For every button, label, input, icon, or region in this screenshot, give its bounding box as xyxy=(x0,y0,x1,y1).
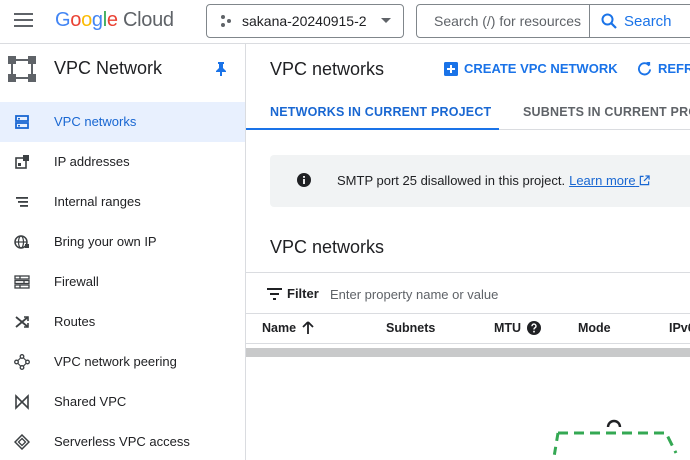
sidebar-item-serverless-vpc-access[interactable]: Serverless VPC access xyxy=(0,422,245,460)
filter-label: Filter xyxy=(287,286,319,301)
search-icon xyxy=(601,13,617,29)
vpc-networks-icon xyxy=(15,115,29,129)
column-header-mtu[interactable]: MTU xyxy=(494,321,542,335)
filter-icon xyxy=(267,288,282,300)
sidebar-item-label: Shared VPC xyxy=(54,394,127,409)
search-input[interactable] xyxy=(418,6,586,36)
sidebar-item-ip-addresses[interactable]: IP addresses xyxy=(0,142,245,182)
refresh-button[interactable]: REFRESH xyxy=(637,61,690,76)
sidebar: VPC Network VPC networks IP addresses In… xyxy=(0,44,246,460)
filter-input[interactable] xyxy=(326,282,566,306)
sidebar-item-internal-ranges[interactable]: Internal ranges xyxy=(0,182,245,222)
chevron-down-icon xyxy=(381,18,391,23)
internal-ranges-icon xyxy=(16,197,28,207)
tab-bar: NETWORKS IN CURRENT PROJECT SUBNETS IN C… xyxy=(246,94,690,130)
ip-addresses-icon xyxy=(15,155,29,169)
pin-icon[interactable] xyxy=(215,62,227,76)
tab-networks-in-current-project[interactable]: NETWORKS IN CURRENT PROJECT xyxy=(270,105,491,119)
shared-vpc-icon xyxy=(15,394,29,410)
help-icon[interactable] xyxy=(527,321,542,335)
project-picker[interactable]: sakana-20240915-2 xyxy=(206,4,404,38)
info-icon xyxy=(297,173,311,187)
open-in-new-icon xyxy=(639,175,650,186)
menu-icon[interactable] xyxy=(14,13,34,29)
sidebar-item-label: VPC networks xyxy=(54,114,137,129)
sidebar-header: VPC Network xyxy=(0,44,246,94)
serverless-icon xyxy=(14,434,30,450)
refresh-button-label: REFRESH xyxy=(658,61,690,76)
sidebar-item-vpc-network-peering[interactable]: VPC network peering xyxy=(0,342,245,382)
column-header-subnets[interactable]: Subnets xyxy=(386,321,435,335)
column-header-ipv6[interactable]: IPv6 xyxy=(669,321,690,335)
column-header-mode[interactable]: Mode xyxy=(578,321,611,335)
add-box-icon xyxy=(444,61,458,76)
routes-icon xyxy=(15,316,29,328)
section-title: VPC networks xyxy=(270,237,385,257)
sidebar-item-bring-your-own-ip[interactable]: Bring your own IP xyxy=(0,222,245,262)
vpc-network-logo-icon xyxy=(8,56,36,82)
refresh-icon xyxy=(638,61,652,76)
search-box: Search xyxy=(416,4,690,38)
sidebar-item-firewall[interactable]: Firewall xyxy=(0,262,245,302)
sidebar-item-label: Routes xyxy=(54,314,96,329)
firewall-icon xyxy=(14,275,30,289)
search-button[interactable]: Search xyxy=(589,5,690,37)
sidebar-item-label: IP addresses xyxy=(54,154,130,169)
search-button-label: Search xyxy=(624,12,672,30)
loading-spinner-icon xyxy=(552,419,678,458)
table-header: Name Subnets MTU Mode IPv6 xyxy=(246,314,690,344)
page-title: VPC networks xyxy=(270,59,385,79)
sidebar-nav: VPC networks IP addresses Internal range… xyxy=(0,102,245,460)
active-tab-indicator xyxy=(246,128,499,130)
sidebar-item-shared-vpc[interactable]: Shared VPC xyxy=(0,382,245,422)
sidebar-item-label: Firewall xyxy=(54,274,99,289)
learn-more-link[interactable]: Learn more xyxy=(569,173,650,188)
sidebar-item-label: Bring your own IP xyxy=(54,234,157,249)
sidebar-item-label: VPC network peering xyxy=(54,354,177,369)
sidebar-title: VPC Network xyxy=(54,58,163,78)
sidebar-item-label: Serverless VPC access xyxy=(54,434,190,449)
filter-bar: Filter xyxy=(246,272,690,314)
globe-icon xyxy=(14,235,29,249)
sidebar-item-routes[interactable]: Routes xyxy=(0,302,245,342)
create-vpc-network-button[interactable]: CREATE VPC NETWORK xyxy=(444,61,618,76)
project-name: sakana-20240915-2 xyxy=(242,13,367,29)
create-button-label: CREATE VPC NETWORK xyxy=(464,61,618,76)
google-cloud-logo[interactable]: Google Cloud xyxy=(55,9,174,32)
tab-subnets-in-current-project[interactable]: SUBNETS IN CURRENT PROJECT xyxy=(523,105,690,119)
main-content: VPC networks CREATE VPC NETWORK REFRESH … xyxy=(246,44,690,460)
column-header-name[interactable]: Name xyxy=(262,321,314,335)
sidebar-item-label: Internal ranges xyxy=(54,194,141,209)
horizontal-scrollbar[interactable] xyxy=(246,348,690,357)
top-bar: Google Cloud sakana-20240915-2 Search xyxy=(0,0,690,44)
banner-message: SMTP port 25 disallowed in this project.… xyxy=(337,173,650,188)
smtp-info-banner: SMTP port 25 disallowed in this project.… xyxy=(270,155,690,207)
project-icon xyxy=(221,15,231,27)
sort-arrow-up-icon xyxy=(302,321,314,334)
peering-icon xyxy=(14,354,30,370)
sidebar-item-vpc-networks[interactable]: VPC networks xyxy=(0,102,245,142)
